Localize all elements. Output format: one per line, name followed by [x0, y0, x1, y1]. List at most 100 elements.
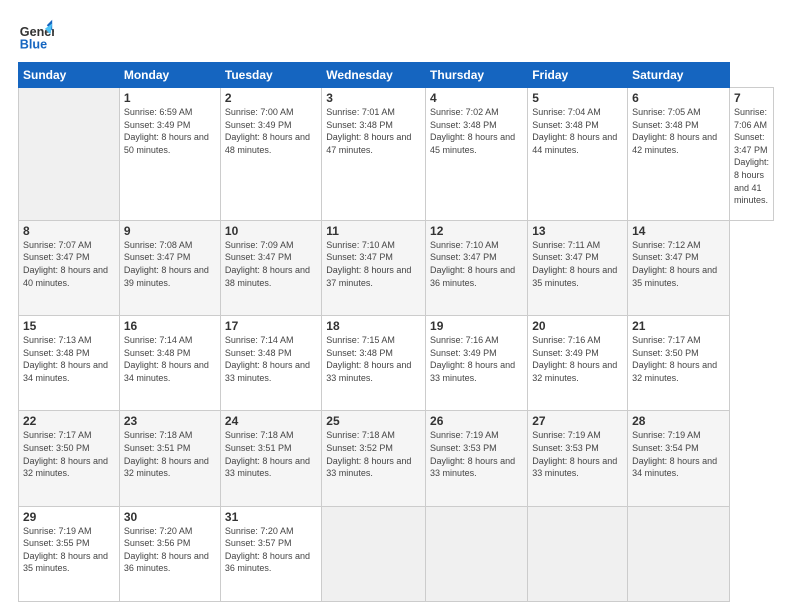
- day-detail: Sunrise: 7:14 AMSunset: 3:48 PMDaylight:…: [225, 334, 317, 384]
- day-number: 12: [430, 224, 523, 238]
- day-detail: Sunrise: 7:10 AMSunset: 3:47 PMDaylight:…: [430, 239, 523, 289]
- day-cell-29: 29Sunrise: 7:19 AMSunset: 3:55 PMDayligh…: [19, 506, 120, 601]
- header-row: SundayMondayTuesdayWednesdayThursdayFrid…: [19, 63, 774, 88]
- week-row-0: 1Sunrise: 6:59 AMSunset: 3:49 PMDaylight…: [19, 88, 774, 221]
- day-detail: Sunrise: 7:18 AMSunset: 3:51 PMDaylight:…: [225, 429, 317, 479]
- empty-cell: [528, 506, 628, 601]
- week-row-4: 29Sunrise: 7:19 AMSunset: 3:55 PMDayligh…: [19, 506, 774, 601]
- day-cell-27: 27Sunrise: 7:19 AMSunset: 3:53 PMDayligh…: [528, 411, 628, 506]
- day-cell-14: 14Sunrise: 7:12 AMSunset: 3:47 PMDayligh…: [628, 220, 730, 315]
- day-cell-4: 4Sunrise: 7:02 AMSunset: 3:48 PMDaylight…: [426, 88, 528, 221]
- day-detail: Sunrise: 7:19 AMSunset: 3:53 PMDaylight:…: [430, 429, 523, 479]
- day-number: 4: [430, 91, 523, 105]
- day-cell-10: 10Sunrise: 7:09 AMSunset: 3:47 PMDayligh…: [220, 220, 321, 315]
- day-cell-5: 5Sunrise: 7:04 AMSunset: 3:48 PMDaylight…: [528, 88, 628, 221]
- day-number: 17: [225, 319, 317, 333]
- day-detail: Sunrise: 7:16 AMSunset: 3:49 PMDaylight:…: [430, 334, 523, 384]
- day-detail: Sunrise: 7:14 AMSunset: 3:48 PMDaylight:…: [124, 334, 216, 384]
- day-cell-24: 24Sunrise: 7:18 AMSunset: 3:51 PMDayligh…: [220, 411, 321, 506]
- day-detail: Sunrise: 6:59 AMSunset: 3:49 PMDaylight:…: [124, 106, 216, 156]
- day-detail: Sunrise: 7:08 AMSunset: 3:47 PMDaylight:…: [124, 239, 216, 289]
- day-number: 23: [124, 414, 216, 428]
- day-number: 10: [225, 224, 317, 238]
- svg-text:Blue: Blue: [20, 38, 47, 52]
- day-number: 26: [430, 414, 523, 428]
- day-header-sunday: Sunday: [19, 63, 120, 88]
- day-number: 27: [532, 414, 623, 428]
- day-number: 18: [326, 319, 421, 333]
- week-row-3: 22Sunrise: 7:17 AMSunset: 3:50 PMDayligh…: [19, 411, 774, 506]
- day-number: 29: [23, 510, 115, 524]
- day-detail: Sunrise: 7:18 AMSunset: 3:51 PMDaylight:…: [124, 429, 216, 479]
- day-detail: Sunrise: 7:06 AMSunset: 3:47 PMDaylight:…: [734, 106, 769, 207]
- day-number: 16: [124, 319, 216, 333]
- day-cell-3: 3Sunrise: 7:01 AMSunset: 3:48 PMDaylight…: [322, 88, 426, 221]
- day-detail: Sunrise: 7:02 AMSunset: 3:48 PMDaylight:…: [430, 106, 523, 156]
- empty-cell: [322, 506, 426, 601]
- day-detail: Sunrise: 7:05 AMSunset: 3:48 PMDaylight:…: [632, 106, 725, 156]
- day-number: 20: [532, 319, 623, 333]
- day-cell-16: 16Sunrise: 7:14 AMSunset: 3:48 PMDayligh…: [119, 316, 220, 411]
- day-number: 13: [532, 224, 623, 238]
- day-cell-2: 2Sunrise: 7:00 AMSunset: 3:49 PMDaylight…: [220, 88, 321, 221]
- day-header-monday: Monday: [119, 63, 220, 88]
- day-cell-12: 12Sunrise: 7:10 AMSunset: 3:47 PMDayligh…: [426, 220, 528, 315]
- day-cell-19: 19Sunrise: 7:16 AMSunset: 3:49 PMDayligh…: [426, 316, 528, 411]
- day-cell-13: 13Sunrise: 7:11 AMSunset: 3:47 PMDayligh…: [528, 220, 628, 315]
- day-number: 6: [632, 91, 725, 105]
- day-number: 8: [23, 224, 115, 238]
- day-number: 21: [632, 319, 725, 333]
- logo: General Blue: [18, 18, 54, 54]
- week-row-1: 8Sunrise: 7:07 AMSunset: 3:47 PMDaylight…: [19, 220, 774, 315]
- day-cell-25: 25Sunrise: 7:18 AMSunset: 3:52 PMDayligh…: [322, 411, 426, 506]
- day-cell-28: 28Sunrise: 7:19 AMSunset: 3:54 PMDayligh…: [628, 411, 730, 506]
- day-cell-9: 9Sunrise: 7:08 AMSunset: 3:47 PMDaylight…: [119, 220, 220, 315]
- day-detail: Sunrise: 7:19 AMSunset: 3:55 PMDaylight:…: [23, 525, 115, 575]
- day-detail: Sunrise: 7:17 AMSunset: 3:50 PMDaylight:…: [23, 429, 115, 479]
- day-detail: Sunrise: 7:15 AMSunset: 3:48 PMDaylight:…: [326, 334, 421, 384]
- page: General Blue SundayMondayTuesdayWednesda…: [0, 0, 792, 612]
- day-detail: Sunrise: 7:12 AMSunset: 3:47 PMDaylight:…: [632, 239, 725, 289]
- day-number: 9: [124, 224, 216, 238]
- day-cell-23: 23Sunrise: 7:18 AMSunset: 3:51 PMDayligh…: [119, 411, 220, 506]
- day-detail: Sunrise: 7:18 AMSunset: 3:52 PMDaylight:…: [326, 429, 421, 479]
- header: General Blue: [18, 18, 774, 54]
- empty-cell: [19, 88, 120, 221]
- day-cell-30: 30Sunrise: 7:20 AMSunset: 3:56 PMDayligh…: [119, 506, 220, 601]
- day-cell-11: 11Sunrise: 7:10 AMSunset: 3:47 PMDayligh…: [322, 220, 426, 315]
- day-cell-26: 26Sunrise: 7:19 AMSunset: 3:53 PMDayligh…: [426, 411, 528, 506]
- day-cell-15: 15Sunrise: 7:13 AMSunset: 3:48 PMDayligh…: [19, 316, 120, 411]
- day-header-wednesday: Wednesday: [322, 63, 426, 88]
- empty-cell: [426, 506, 528, 601]
- day-number: 7: [734, 91, 769, 105]
- day-number: 11: [326, 224, 421, 238]
- day-detail: Sunrise: 7:11 AMSunset: 3:47 PMDaylight:…: [532, 239, 623, 289]
- day-number: 15: [23, 319, 115, 333]
- day-number: 30: [124, 510, 216, 524]
- day-detail: Sunrise: 7:09 AMSunset: 3:47 PMDaylight:…: [225, 239, 317, 289]
- day-number: 1: [124, 91, 216, 105]
- day-detail: Sunrise: 7:07 AMSunset: 3:47 PMDaylight:…: [23, 239, 115, 289]
- day-detail: Sunrise: 7:00 AMSunset: 3:49 PMDaylight:…: [225, 106, 317, 156]
- day-number: 24: [225, 414, 317, 428]
- week-row-2: 15Sunrise: 7:13 AMSunset: 3:48 PMDayligh…: [19, 316, 774, 411]
- day-detail: Sunrise: 7:19 AMSunset: 3:54 PMDaylight:…: [632, 429, 725, 479]
- day-number: 22: [23, 414, 115, 428]
- day-number: 14: [632, 224, 725, 238]
- day-number: 25: [326, 414, 421, 428]
- day-cell-7: 7Sunrise: 7:06 AMSunset: 3:47 PMDaylight…: [729, 88, 773, 221]
- day-detail: Sunrise: 7:20 AMSunset: 3:57 PMDaylight:…: [225, 525, 317, 575]
- day-detail: Sunrise: 7:17 AMSunset: 3:50 PMDaylight:…: [632, 334, 725, 384]
- day-detail: Sunrise: 7:19 AMSunset: 3:53 PMDaylight:…: [532, 429, 623, 479]
- day-detail: Sunrise: 7:04 AMSunset: 3:48 PMDaylight:…: [532, 106, 623, 156]
- day-detail: Sunrise: 7:13 AMSunset: 3:48 PMDaylight:…: [23, 334, 115, 384]
- day-cell-1: 1Sunrise: 6:59 AMSunset: 3:49 PMDaylight…: [119, 88, 220, 221]
- day-header-thursday: Thursday: [426, 63, 528, 88]
- day-header-tuesday: Tuesday: [220, 63, 321, 88]
- day-number: 19: [430, 319, 523, 333]
- day-cell-8: 8Sunrise: 7:07 AMSunset: 3:47 PMDaylight…: [19, 220, 120, 315]
- day-number: 28: [632, 414, 725, 428]
- calendar-table: SundayMondayTuesdayWednesdayThursdayFrid…: [18, 62, 774, 602]
- day-cell-6: 6Sunrise: 7:05 AMSunset: 3:48 PMDaylight…: [628, 88, 730, 221]
- day-number: 3: [326, 91, 421, 105]
